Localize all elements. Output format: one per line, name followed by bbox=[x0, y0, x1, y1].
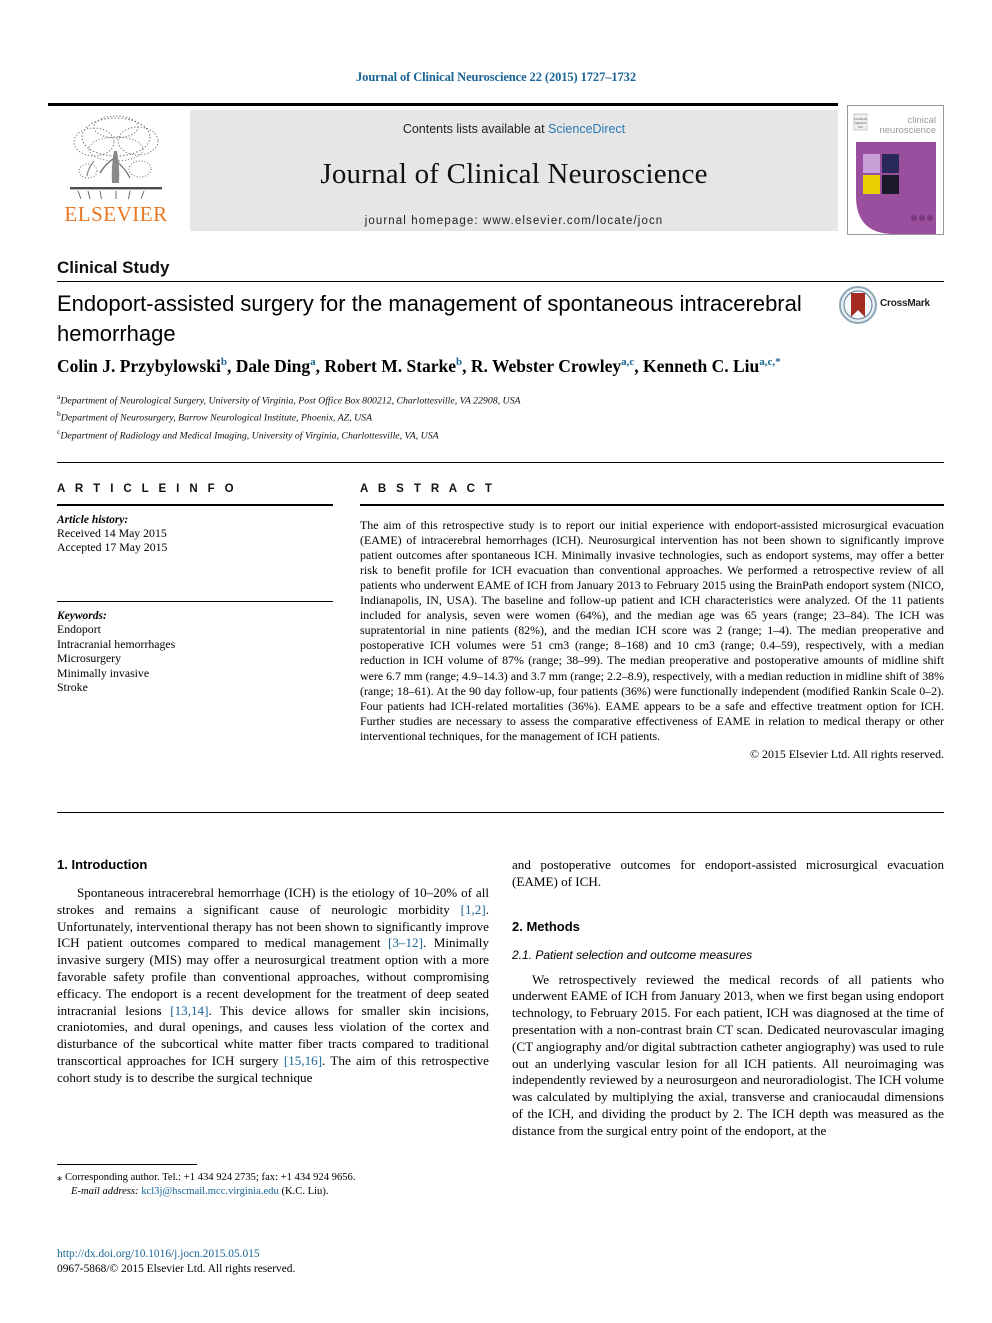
abstract-column: A B S T R A C T The aim of this retrospe… bbox=[360, 483, 944, 762]
masthead-top-rule bbox=[48, 103, 838, 106]
heading-methods: 2. Methods bbox=[512, 918, 580, 934]
journal-cover-thumbnail: CLINICAL NEURO SCI clinical neuroscience bbox=[847, 105, 944, 235]
affiliation-item: cDepartment of Radiology and Medical Ima… bbox=[57, 425, 937, 442]
author-name: Dale Ding bbox=[235, 356, 311, 376]
affiliation-text: Department of Radiology and Medical Imag… bbox=[60, 429, 439, 441]
corresponding-author-note: ⁎ Corresponding author. Tel.: +1 434 924… bbox=[57, 1171, 489, 1185]
article-section-label: Clinical Study bbox=[57, 258, 170, 277]
elsevier-wordmark: ELSEVIER bbox=[64, 202, 168, 226]
affiliation-item: aDepartment of Neurological Surgery, Uni… bbox=[57, 390, 937, 407]
keywords-rule bbox=[57, 600, 333, 603]
svg-text:neuroscience: neuroscience bbox=[879, 125, 936, 136]
article-history-accepted: Accepted 17 May 2015 bbox=[57, 540, 168, 555]
author-affil-mark: b bbox=[456, 356, 463, 369]
sciencedirect-link[interactable]: ScienceDirect bbox=[548, 122, 625, 136]
keywords-label: Keywords: bbox=[57, 610, 107, 623]
doi-block: http://dx.doi.org/10.1016/j.jocn.2015.05… bbox=[57, 1247, 489, 1277]
doi-link[interactable]: http://dx.doi.org/10.1016/j.jocn.2015.05… bbox=[57, 1247, 489, 1262]
affiliation-item: bDepartment of Neurosurgery, Barrow Neur… bbox=[57, 407, 937, 424]
article-info-heading: A R T I C L E I N F O bbox=[57, 483, 238, 495]
affiliation-text: Department of Neurological Surgery, Univ… bbox=[60, 395, 521, 407]
keywords-block: Keywords: Endoport Intracranial hemorrha… bbox=[57, 600, 333, 695]
article-history-label: Article history: bbox=[57, 513, 129, 526]
keyword-item: Minimally invasive bbox=[57, 665, 150, 680]
email-attribution: (K.C. Liu). bbox=[281, 1186, 329, 1197]
keyword-item: Microsurgery bbox=[57, 651, 121, 666]
crossmark-icon bbox=[839, 286, 877, 324]
contents-line: Contents lists available at ScienceDirec… bbox=[190, 110, 838, 136]
elsevier-tree-icon bbox=[70, 115, 162, 200]
intro-text-a: Spontaneous intracerebral hemorrhage (IC… bbox=[57, 885, 489, 917]
crossmark-badge[interactable]: CrossMark bbox=[838, 285, 944, 327]
journal-title: Journal of Clinical Neuroscience bbox=[320, 158, 708, 190]
keyword-item: Endoport bbox=[57, 622, 101, 637]
footnote-block: ⁎ Corresponding author. Tel.: +1 434 924… bbox=[57, 1171, 489, 1199]
article-history-received: Received 14 May 2015 bbox=[57, 525, 167, 540]
info-block-bottom-rule bbox=[57, 812, 944, 813]
journal-homepage[interactable]: journal homepage: www.elsevier.com/locat… bbox=[190, 191, 838, 227]
running-head: Journal of Clinical Neuroscience 22 (201… bbox=[356, 70, 636, 84]
corresponding-mark: ⁎ bbox=[57, 1172, 63, 1183]
email-link[interactable]: kcl3j@hscmail.mcc.virginia.edu bbox=[141, 1186, 279, 1197]
email-note: E-mail address: kcl3j@hscmail.mcc.virgin… bbox=[57, 1185, 489, 1199]
article-info-rule bbox=[57, 504, 333, 506]
citation-ref[interactable]: [15,16] bbox=[284, 1053, 322, 1068]
author-name: Colin J. Przybylowski bbox=[57, 356, 221, 376]
journal-cover-image: CLINICAL NEURO SCI clinical neuroscience bbox=[848, 106, 943, 234]
author-affil-mark: a,c,* bbox=[759, 356, 781, 369]
issn-copyright-line: 0967-5868/© 2015 Elsevier Ltd. All right… bbox=[57, 1263, 296, 1275]
affiliation-list: aDepartment of Neurological Surgery, Uni… bbox=[57, 390, 937, 442]
intro-paragraph: Spontaneous intracerebral hemorrhage (IC… bbox=[57, 885, 489, 1087]
abstract-copyright: © 2015 Elsevier Ltd. All rights reserved… bbox=[750, 747, 944, 761]
author-list: Colin J. Przybylowskib, Dale Dinga, Robe… bbox=[57, 356, 781, 376]
email-label: E-mail address: bbox=[71, 1186, 139, 1197]
citation-ref[interactable]: [13,14] bbox=[170, 1003, 208, 1018]
svg-text:SCI: SCI bbox=[858, 125, 863, 129]
citation-ref[interactable]: [3–12] bbox=[388, 935, 423, 950]
info-block-top-rule bbox=[57, 462, 944, 463]
journal-masthead: ELSEVIER Contents lists available at Sci… bbox=[48, 103, 944, 235]
article-info-column: A R T I C L E I N F O Article history: R… bbox=[57, 483, 333, 695]
corresponding-text: Corresponding author. Tel.: +1 434 924 2… bbox=[64, 1172, 356, 1183]
crossmark-label: CrossMark bbox=[880, 298, 930, 309]
abstract-heading: A B S T R A C T bbox=[360, 483, 496, 495]
author-affil-mark: a bbox=[310, 356, 316, 369]
author-affil-mark: b bbox=[220, 356, 227, 369]
citation-ref[interactable]: [1,2] bbox=[461, 902, 486, 917]
abstract-rule bbox=[360, 504, 944, 506]
intro-paragraph-continuation: and postoperative outcomes for endoport-… bbox=[512, 857, 944, 889]
sciencedirect-band: Contents lists available at ScienceDirec… bbox=[190, 110, 838, 231]
methods-paragraph: We retrospectively reviewed the medical … bbox=[512, 971, 944, 1138]
author-name: R. Webster Crowley bbox=[470, 356, 622, 376]
keyword-item: Stroke bbox=[57, 680, 88, 695]
page-title: Endoport-assisted surgery for the manage… bbox=[57, 291, 802, 346]
author-affil-mark: a,c bbox=[621, 356, 635, 369]
header-rule bbox=[57, 281, 944, 282]
heading-patient-selection: 2.1. Patient selection and outcome measu… bbox=[512, 947, 753, 962]
body-column-right: and postoperative outcomes for endoport-… bbox=[512, 857, 944, 1140]
body-column-left: 1. Introduction Spontaneous intracerebra… bbox=[57, 857, 489, 1087]
contents-prefix: Contents lists available at bbox=[402, 122, 549, 136]
keyword-item: Intracranial hemorrhages bbox=[57, 636, 176, 651]
author-name: Robert M. Starke bbox=[324, 356, 457, 376]
author-name: Kenneth C. Liu bbox=[643, 356, 760, 376]
abstract-text: The aim of this retrospective study is t… bbox=[360, 517, 944, 743]
affiliation-text: Department of Neurosurgery, Barrow Neuro… bbox=[60, 412, 373, 424]
footnote-rule bbox=[57, 1164, 197, 1165]
article-page: Journal of Clinical Neuroscience 22 (201… bbox=[0, 0, 992, 1323]
elsevier-logo: ELSEVIER bbox=[52, 109, 180, 233]
heading-introduction: 1. Introduction bbox=[57, 857, 148, 872]
